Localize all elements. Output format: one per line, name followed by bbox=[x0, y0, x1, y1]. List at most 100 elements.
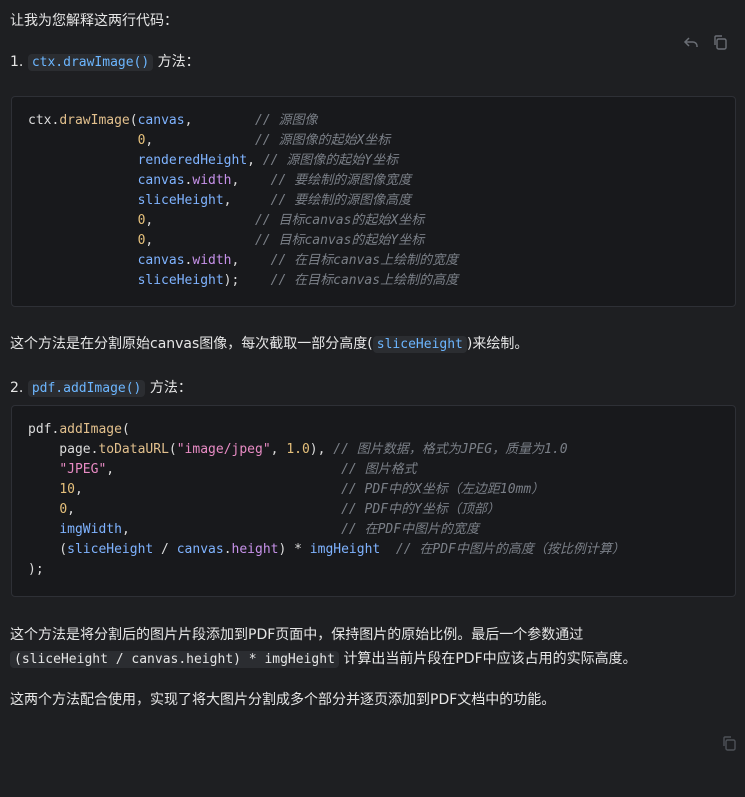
section-1-number: 1. bbox=[10, 54, 24, 70]
code-token: , bbox=[145, 133, 255, 148]
code-token: , bbox=[184, 113, 256, 128]
code-line: 0, // 源图像的起始X坐标 bbox=[28, 131, 458, 151]
code-token: imgWidth bbox=[59, 522, 122, 537]
code-token: canvas bbox=[176, 542, 224, 557]
code-token: 10 bbox=[59, 482, 75, 497]
code-line: 0, // 目标canvas的起始Y坐标 bbox=[28, 231, 458, 251]
code-comment: // 目标canvas的起始Y坐标 bbox=[254, 233, 425, 248]
code-token: ( bbox=[28, 542, 68, 557]
code-token: , bbox=[67, 502, 342, 517]
code-token: canvas bbox=[137, 113, 185, 128]
code-token: sliceHeight bbox=[67, 542, 154, 557]
code-token: , bbox=[145, 213, 255, 228]
code-token: ); bbox=[28, 562, 44, 577]
code-comment: // 源图像的起始X坐标 bbox=[254, 133, 391, 148]
code-token: , bbox=[74, 482, 342, 497]
paragraph-2-line-2: (sliceHeight / canvas.height) * imgHeigh… bbox=[10, 648, 735, 671]
code-token: drawImage bbox=[59, 113, 130, 128]
code-token: canvas bbox=[137, 253, 185, 268]
code-token: 1.0 bbox=[286, 442, 310, 457]
section-1-heading: 1. ctx.drawImage() 方法： bbox=[10, 51, 735, 74]
code-block-draw-image: ctx.drawImage(canvas, // 源图像 0, // 源图像的起… bbox=[11, 96, 736, 307]
paragraph-2-after: 计算出当前片段在PDF中应该占用的实际高度。 bbox=[343, 651, 637, 667]
code-line: page.toDataURL("image/jpeg", 1.0), // 图片… bbox=[28, 440, 625, 460]
code-token: ) * bbox=[278, 542, 310, 557]
paragraph-1-before: 这个方法是在分割原始canvas图像，每次截取一部分高度( bbox=[10, 336, 373, 352]
code-token: . bbox=[223, 542, 232, 557]
code-line: 10, // PDF中的X坐标（左边距10mm） bbox=[28, 480, 625, 500]
code-token: toDataURL bbox=[98, 442, 169, 457]
code-token: , bbox=[231, 253, 271, 268]
code-token: sliceHeight bbox=[137, 193, 224, 208]
paragraph-3: 这两个方法配合使用，实现了将大图片分割成多个部分并逐页添加到PDF文档中的功能。 bbox=[10, 692, 556, 708]
code-line: (sliceHeight / canvas.height) * imgHeigh… bbox=[28, 540, 625, 560]
code-token: ctx. bbox=[28, 113, 60, 128]
code-comment: // 要绘制的源图像高度 bbox=[270, 193, 412, 208]
code-line: renderedHeight, // 源图像的起始Y坐标 bbox=[28, 151, 458, 171]
paragraph-2-code: (sliceHeight / canvas.height) * imgHeigh… bbox=[10, 651, 339, 668]
code-line: pdf.addImage( bbox=[28, 420, 625, 440]
code-token: renderedHeight bbox=[137, 153, 248, 168]
code-token: canvas bbox=[137, 173, 185, 188]
paragraph-1-after: )来绘制。 bbox=[466, 336, 529, 352]
code-token: , bbox=[121, 522, 342, 537]
copy-icon[interactable] bbox=[711, 33, 729, 51]
code-token: ); bbox=[223, 273, 271, 288]
code-lines: pdf.addImage( page.toDataURL("image/jpeg… bbox=[28, 420, 625, 580]
code-line: 0, // 目标canvas的起始X坐标 bbox=[28, 211, 458, 231]
copy-icon[interactable] bbox=[720, 734, 738, 752]
code-line: 0, // PDF中的Y坐标（顶部） bbox=[28, 500, 625, 520]
code-line: sliceHeight, // 要绘制的源图像高度 bbox=[28, 191, 458, 211]
code-token: width bbox=[192, 173, 232, 188]
code-token: 0 bbox=[59, 502, 68, 517]
code-comment: // 源图像 bbox=[255, 113, 318, 128]
code-comment: // 源图像的起始Y坐标 bbox=[262, 153, 399, 168]
code-token: addImage bbox=[59, 422, 122, 437]
code-token: , bbox=[231, 173, 271, 188]
section-1-suffix: 方法： bbox=[157, 54, 200, 70]
code-token: "JPEG" bbox=[59, 462, 107, 477]
code-token: pdf. bbox=[28, 422, 60, 437]
code-token: imgHeight bbox=[309, 542, 381, 557]
code-token: , bbox=[247, 153, 263, 168]
code-comment: // 在PDF中图片的宽度 bbox=[341, 522, 480, 537]
code-token: / bbox=[153, 542, 177, 557]
code-line: "JPEG", // 图片格式 bbox=[28, 460, 625, 480]
code-comment: // PDF中的X坐标（左边距10mm） bbox=[341, 482, 545, 497]
code-comment: // 目标canvas的起始X坐标 bbox=[254, 213, 425, 228]
section-2-heading: 2. pdf.addImage() 方法： bbox=[10, 377, 735, 400]
code-comment: // 在PDF中图片的高度（按比例计算） bbox=[395, 542, 625, 557]
paragraph-1-code: sliceHeight bbox=[372, 336, 467, 353]
code-token: height bbox=[231, 542, 279, 557]
code-line: sliceHeight); // 在目标canvas上绘制的高度 bbox=[28, 271, 459, 291]
code-token: width bbox=[192, 253, 232, 268]
code-token: , bbox=[106, 462, 342, 477]
code-block-add-image: pdf.addImage( page.toDataURL("image/jpeg… bbox=[11, 405, 736, 597]
code-lines: ctx.drawImage(canvas, // 源图像 0, // 源图像的起… bbox=[28, 111, 458, 291]
code-line: imgWidth, // 在PDF中图片的宽度 bbox=[28, 520, 625, 540]
code-comment: // 图片数据，格式为JPEG，质量为1.0 bbox=[333, 442, 568, 457]
code-comment: // PDF中的Y坐标（顶部） bbox=[341, 502, 500, 517]
code-token: ( bbox=[121, 422, 130, 437]
paragraph-1: 这个方法是在分割原始canvas图像，每次截取一部分高度(sliceHeight… bbox=[10, 333, 735, 356]
code-token: ), bbox=[309, 442, 334, 457]
code-line: canvas.width, // 要绘制的源图像宽度 bbox=[28, 171, 458, 191]
code-token: sliceHeight bbox=[137, 273, 224, 288]
code-line: canvas.width, // 在目标canvas上绘制的宽度 bbox=[28, 251, 459, 271]
section-1-code: ctx.drawImage() bbox=[27, 54, 154, 71]
code-token: ( bbox=[168, 442, 177, 457]
code-comment: // 在目标canvas上绘制的高度 bbox=[270, 273, 459, 288]
reply-icon[interactable] bbox=[682, 33, 700, 51]
